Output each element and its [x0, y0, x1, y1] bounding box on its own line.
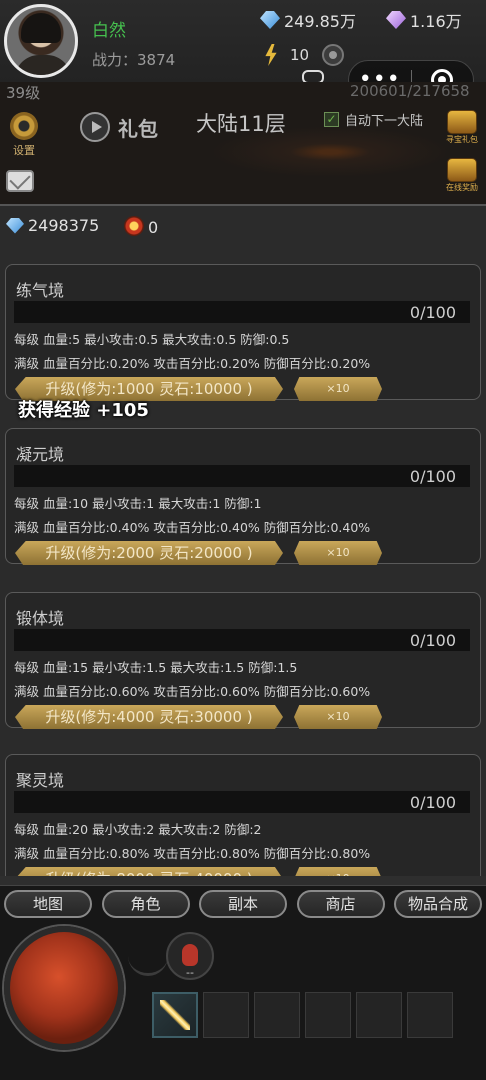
player-name: 白然	[92, 21, 126, 41]
blue-gem-icon	[260, 11, 280, 29]
gift-button[interactable]: 礼包	[80, 112, 158, 142]
scene: 39级 200601/217658 设置 礼包 大陆11层 ✓ 自动下一大陆 寻…	[0, 82, 486, 204]
treasure-gift-label: 寻宝礼包	[446, 135, 478, 144]
max-level-stats: 满级 血量百分比:0.80% 攻击百分比:0.80% 防御百分比:0.80%	[14, 846, 371, 861]
realm-progress-text: 0/100	[409, 631, 456, 650]
stage-name: 大陆11层	[196, 112, 286, 136]
max-level-stats: 满级 血量百分比:0.20% 攻击百分比:0.20% 防御百分比:0.20%	[14, 356, 371, 371]
auto-next-toggle[interactable]: ✓ 自动下一大陆	[324, 110, 423, 129]
upgrade-x10-button[interactable]: ×10	[294, 705, 382, 729]
nav-item-synthesis[interactable]: 物品合成	[394, 890, 482, 918]
health-orb	[4, 926, 124, 1050]
player-level: 39级	[6, 84, 41, 102]
realm-progress-text: 0/100	[409, 303, 456, 322]
checkbox[interactable]: ✓	[324, 112, 339, 127]
upgrade-x10-button[interactable]: ×10	[294, 377, 382, 401]
fire-count: 0	[148, 218, 159, 237]
max-level-stats: 满级 血量百分比:0.40% 攻击百分比:0.40% 防御百分比:0.40%	[14, 520, 371, 535]
mail-icon[interactable]	[6, 170, 34, 192]
gift-label: 礼包	[118, 116, 158, 141]
blue-gem-currency[interactable]: 249.85万	[260, 8, 356, 32]
realm-title: 锻体境	[16, 609, 65, 628]
realm-card: 练气境 0/100 每级 血量:5 最小攻击:0.5 最大攻击:0.5 防御:0…	[5, 264, 481, 401]
chest-icon	[447, 158, 477, 182]
hidden-nav-row	[0, 876, 486, 886]
online-reward-button[interactable]: 在线奖励	[444, 158, 480, 193]
bottom-bar: 地图 角色 副本 商店 物品合成 --	[0, 876, 486, 1080]
chain-decoration	[128, 946, 168, 976]
realm-card: 凝元境 0/100 每级 血量:10 最小攻击:1 最大攻击:1 防御:1 满级…	[5, 428, 481, 565]
cultivation-panel: 2498375 0 练气境 0/100 每级 血量:5 最小攻击:0.5 最大攻…	[0, 204, 486, 876]
lightning-icon	[265, 44, 277, 66]
settings-button[interactable]: 设置	[4, 112, 44, 158]
player-exp: 200601/217658	[350, 82, 470, 100]
energy-add-button[interactable]	[322, 44, 344, 66]
skill-bar	[152, 992, 458, 1038]
main-nav: 地图 角色 副本 商店 物品合成	[0, 890, 486, 918]
energy-amount: 10	[290, 46, 310, 64]
chest-icon	[447, 110, 477, 134]
skill-slot[interactable]	[254, 992, 300, 1038]
realm-progress-bar: 0/100	[14, 465, 470, 487]
realm-progress-text: 0/100	[409, 467, 456, 486]
per-level-stats: 每级 血量:10 最小攻击:1 最大攻击:1 防御:1	[14, 496, 262, 511]
realm-progress-bar: 0/100	[14, 791, 470, 813]
spirit-stone-amount: 2498375	[28, 216, 100, 235]
blue-gem-amount: 249.85万	[284, 12, 356, 31]
avatar-hair	[21, 13, 61, 43]
skill-slot[interactable]	[152, 992, 198, 1038]
realm-title: 凝元境	[16, 445, 65, 464]
realm-title: 练气境	[16, 281, 65, 300]
per-level-stats: 每级 血量:20 最小攻击:2 最大攻击:2 防御:2	[14, 822, 262, 837]
settings-label: 设置	[13, 144, 35, 157]
online-reward-label: 在线奖励	[446, 183, 478, 192]
per-level-stats: 每级 血量:15 最小攻击:1.5 最大攻击:1.5 防御:1.5	[14, 660, 298, 675]
realm-title: 聚灵境	[16, 771, 65, 790]
auto-next-label: 自动下一大陆	[345, 114, 424, 129]
skill-slot[interactable]	[305, 992, 351, 1038]
energy: 10	[264, 44, 309, 66]
upgrade-button[interactable]: 升级(修为:4000 灵石:30000 )	[15, 705, 283, 729]
treasure-gift-button[interactable]: 寻宝礼包	[444, 110, 480, 145]
per-level-stats: 每级 血量:5 最小攻击:0.5 最大攻击:0.5 防御:0.5	[14, 332, 290, 347]
avatar-body	[15, 55, 71, 75]
potion-icon	[182, 944, 198, 966]
upgrade-button[interactable]: 升级(修为:2000 灵石:20000 )	[15, 541, 283, 565]
upgrade-x10-button[interactable]: ×10	[294, 541, 382, 565]
realm-progress-text: 0/100	[409, 793, 456, 812]
skill-slot[interactable]	[203, 992, 249, 1038]
nav-dungeon[interactable]: 副本	[199, 890, 287, 918]
purple-gem-amount: 1.16万	[410, 12, 462, 31]
upgrade-button[interactable]: 升级(修为:8000 灵石:40000 )	[15, 867, 283, 876]
nav-map[interactable]: 地图	[4, 890, 92, 918]
purple-gem-icon	[386, 11, 406, 29]
gear-icon	[10, 112, 38, 140]
fire-icon	[124, 216, 144, 236]
realm-card: 聚灵境 0/100 每级 血量:20 最小攻击:2 最大攻击:2 防御:2 满级…	[5, 754, 481, 876]
upgrade-x10-button[interactable]: ×10	[294, 867, 382, 876]
nav-character[interactable]: 角色	[101, 890, 190, 918]
realm-card: 锻体境 0/100 每级 血量:15 最小攻击:1.5 最大攻击:1.5 防御:…	[5, 592, 481, 729]
realm-progress-bar: 0/100	[14, 301, 470, 323]
realm-progress-bar: 0/100	[14, 629, 470, 651]
spirit-stones: 2498375	[6, 216, 99, 235]
avatar[interactable]	[4, 4, 78, 78]
potion-count: --	[186, 966, 194, 979]
play-icon	[80, 112, 110, 142]
skill-slot[interactable]	[356, 992, 402, 1038]
skill-slot[interactable]	[407, 992, 453, 1038]
nav-shop[interactable]: 商店	[296, 890, 385, 918]
sword-icon	[160, 1000, 190, 1030]
combat-power: 战力：3874	[92, 51, 176, 69]
max-level-stats: 满级 血量百分比:0.60% 攻击百分比:0.60% 防御百分比:0.60%	[14, 684, 371, 699]
purple-gem-currency[interactable]: 1.16万	[386, 8, 462, 32]
exp-gain-toast: 获得经验 +105	[18, 400, 149, 421]
spirit-stone-icon	[6, 217, 24, 234]
